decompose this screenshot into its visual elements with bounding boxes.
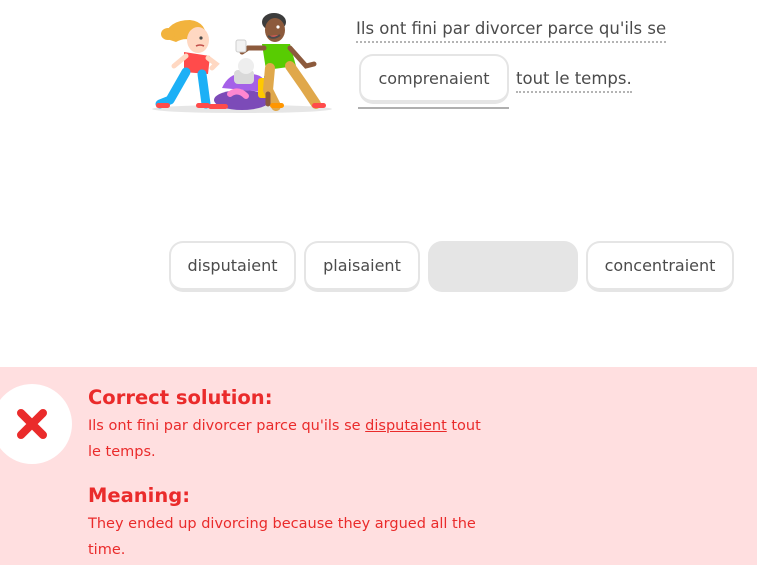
incorrect-feedback-panel: Correct solution: Ils ont fini par divor… [0,367,757,565]
status-badge [0,384,72,464]
answer-blank-underline [358,107,509,109]
arguing-couple-illustration [152,13,332,113]
sentence-suffix: tout le temps. [516,69,632,93]
word-bank-option[interactable]: disputaient [169,241,296,292]
word-bank-option[interactable]: concentraient [586,241,734,292]
correct-solution-word: disputaient [365,418,447,434]
word-bank-option[interactable]: plaisaient [304,241,420,292]
correct-solution-text: Ils ont fini par divorcer parce qu'ils s… [88,413,498,465]
word-bank-option-used [428,241,578,292]
exercise-page: Ils ont fini par divorcer parce qu'ils s… [0,0,757,565]
sentence-line-2: tout le temps. [516,69,632,93]
selected-answer-chip[interactable]: comprenaient [359,54,509,104]
meaning-text: They ended up divorcing because they arg… [88,516,476,558]
correct-solution-prefix: Ils ont fini par divorcer parce qu'ils s… [88,418,361,434]
close-icon [17,409,47,439]
correct-solution-heading: Correct solution: [88,386,273,409]
sentence-prefix: Ils ont fini par divorcer parce qu'ils s… [356,19,667,43]
meaning-heading: Meaning: [88,484,190,507]
sentence-line-1: Ils ont fini par divorcer parce qu'ils s… [356,19,667,43]
